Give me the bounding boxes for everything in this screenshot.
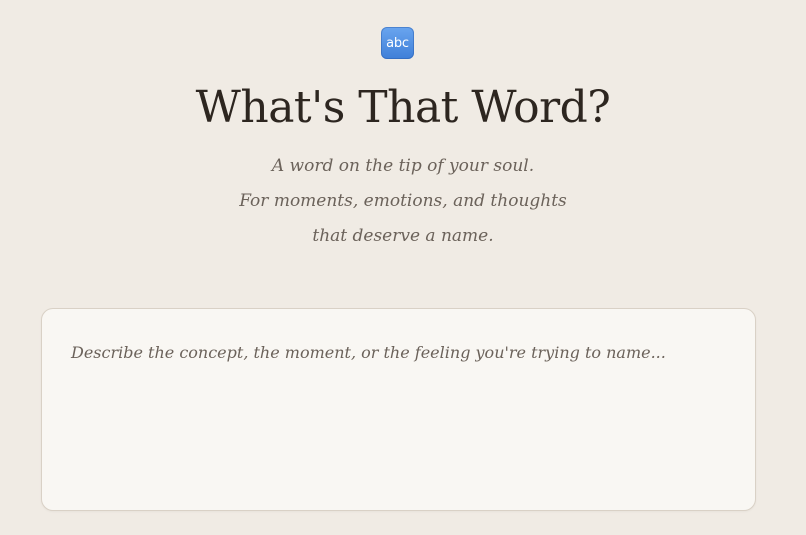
abc-icon: abc xyxy=(381,27,414,59)
page-title: What's That Word? xyxy=(195,82,611,133)
concept-description-input[interactable] xyxy=(42,309,755,510)
logo-text: abc xyxy=(386,35,409,51)
subtitle-line-1: A word on the tip of your soul. xyxy=(271,156,535,176)
subtitle-line-3: that deserve a name. xyxy=(312,226,494,246)
subtitle-line-2: For moments, emotions, and thoughts xyxy=(239,191,567,211)
app-page: abc What's That Word? A word on the tip … xyxy=(0,0,806,535)
concept-input-card xyxy=(41,308,756,511)
